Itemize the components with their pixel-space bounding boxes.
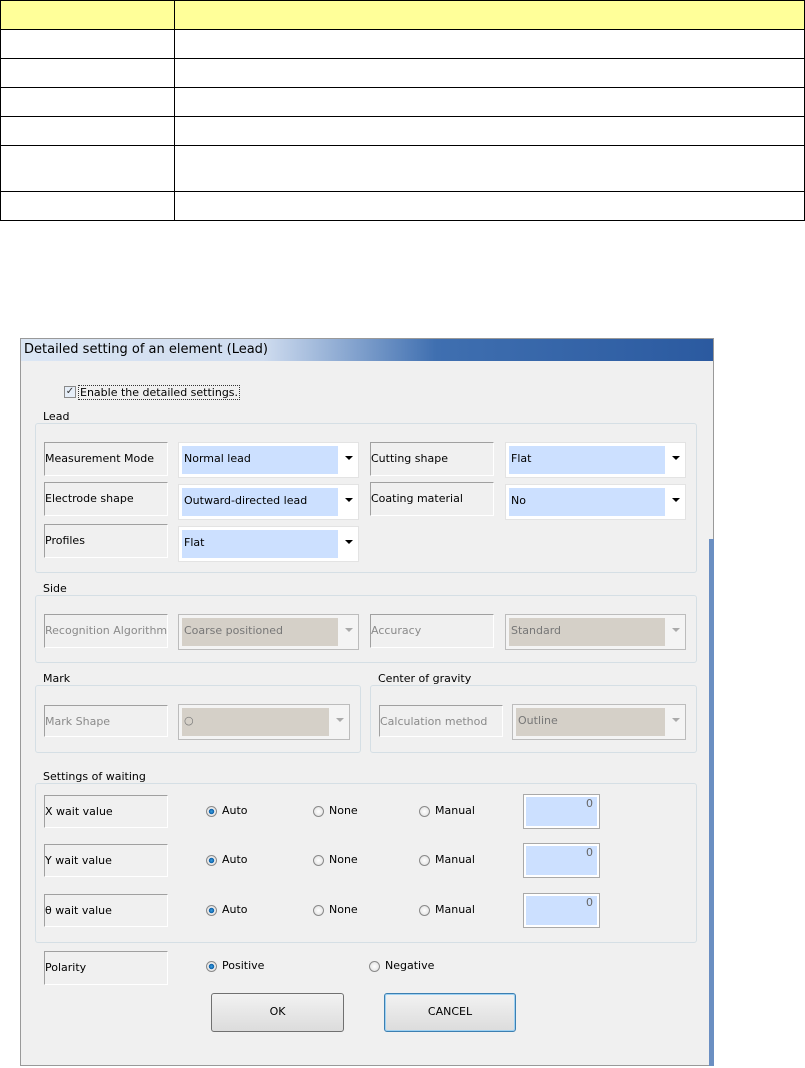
wait-auto-label[interactable]: Auto	[222, 903, 248, 916]
polarity-positive-radio[interactable]	[206, 961, 217, 972]
table-row	[0, 191, 805, 221]
wait-auto-radio[interactable]	[206, 806, 217, 817]
coating-material-label: Coating material	[370, 482, 494, 516]
select-value: Outward-directed lead	[182, 488, 338, 516]
chevron-down-icon	[672, 498, 680, 502]
wait-row-label: Y wait value	[44, 844, 168, 877]
detailed-setting-dialog: Detailed setting of an element (Lead) ✓ …	[20, 338, 714, 1066]
wait-row-label: θ wait value	[44, 894, 168, 927]
select-value: Coarse positioned	[182, 618, 338, 646]
profiles-select[interactable]: Flat	[178, 526, 359, 562]
wait-auto-radio[interactable]	[206, 905, 217, 916]
wait-manual-radio[interactable]	[419, 855, 430, 866]
wait-auto-radio[interactable]	[206, 855, 217, 866]
select-value: Normal lead	[182, 446, 338, 474]
polarity-positive-label[interactable]: Positive	[222, 959, 264, 972]
electrode-shape-label: Electrode shape	[44, 482, 168, 516]
accuracy-label: Accuracy	[370, 614, 494, 648]
wait-none-radio[interactable]	[313, 855, 324, 866]
wait-manual-radio[interactable]	[419, 905, 430, 916]
table-row	[0, 116, 805, 146]
profiles-label: Profiles	[44, 524, 168, 558]
accuracy-select[interactable]: Standard	[505, 614, 686, 650]
measurement-mode-select[interactable]: Normal lead	[178, 442, 359, 478]
center-of-gravity-legend: Center of gravity	[376, 672, 474, 685]
wait-manual-label[interactable]: Manual	[435, 804, 475, 817]
enable-checkbox[interactable]: ✓	[64, 386, 76, 398]
document-table	[0, 0, 805, 221]
mark-shape-select[interactable]: ○	[178, 704, 350, 740]
chevron-down-icon	[345, 540, 353, 544]
wait-manual-label[interactable]: Manual	[435, 903, 475, 916]
waiting-legend: Settings of waiting	[41, 770, 148, 783]
wait-auto-label[interactable]: Auto	[222, 804, 248, 817]
table-row	[0, 58, 805, 88]
ok-button[interactable]: OK	[211, 993, 344, 1032]
wait-none-radio[interactable]	[313, 905, 324, 916]
calculation-method-select[interactable]: Outline	[512, 704, 686, 740]
chevron-down-icon	[345, 456, 353, 460]
wait-none-radio[interactable]	[313, 806, 324, 817]
table-row	[0, 87, 805, 117]
chevron-down-icon	[345, 628, 353, 632]
wait-value-input[interactable]: 0	[523, 794, 600, 829]
coating-material-select[interactable]: No	[505, 484, 686, 520]
chevron-down-icon	[672, 456, 680, 460]
select-value: Outline	[516, 708, 665, 736]
recognition-algorithm-label: Recognition Algorithm	[44, 614, 168, 648]
wait-none-label[interactable]: None	[329, 853, 358, 866]
wait-manual-radio[interactable]	[419, 806, 430, 817]
mark-shape-label: Mark Shape	[44, 705, 168, 737]
recognition-algorithm-select[interactable]: Coarse positioned	[178, 614, 359, 650]
chevron-down-icon	[336, 718, 344, 722]
dialog-title-bar: Detailed setting of an element (Lead)	[21, 339, 713, 361]
cutting-shape-select[interactable]: Flat	[505, 442, 686, 478]
table-row	[0, 145, 805, 192]
table-row	[0, 29, 805, 59]
wait-row-label: X wait value	[44, 795, 168, 828]
measurement-mode-label: Measurement Mode	[44, 442, 168, 476]
wait-value-input[interactable]: 0	[523, 843, 600, 878]
wait-none-label[interactable]: None	[329, 804, 358, 817]
enable-label[interactable]: Enable the detailed settings.	[78, 385, 241, 400]
select-value: Flat	[182, 530, 338, 558]
lead-legend: Lead	[41, 410, 72, 423]
wait-value-input[interactable]: 0	[523, 893, 600, 928]
select-value: Flat	[509, 446, 665, 474]
polarity-negative-radio[interactable]	[369, 961, 380, 972]
mark-legend: Mark	[41, 672, 73, 685]
select-value: Standard	[509, 618, 665, 646]
cutting-shape-label: Cutting shape	[370, 442, 494, 476]
calculation-method-label: Calculation method	[379, 705, 503, 737]
polarity-negative-label[interactable]: Negative	[385, 959, 434, 972]
window-frame	[709, 539, 714, 1066]
wait-auto-label[interactable]: Auto	[222, 853, 248, 866]
chevron-down-icon	[345, 498, 353, 502]
wait-none-label[interactable]: None	[329, 903, 358, 916]
select-value: ○	[182, 708, 329, 736]
side-legend: Side	[41, 582, 69, 595]
chevron-down-icon	[672, 628, 680, 632]
chevron-down-icon	[672, 718, 680, 722]
select-value: No	[509, 488, 665, 516]
polarity-label: Polarity	[44, 951, 168, 985]
cancel-button[interactable]: CANCEL	[384, 993, 516, 1032]
electrode-shape-select[interactable]: Outward-directed lead	[178, 484, 359, 520]
wait-manual-label[interactable]: Manual	[435, 853, 475, 866]
table-header-row	[0, 0, 805, 30]
